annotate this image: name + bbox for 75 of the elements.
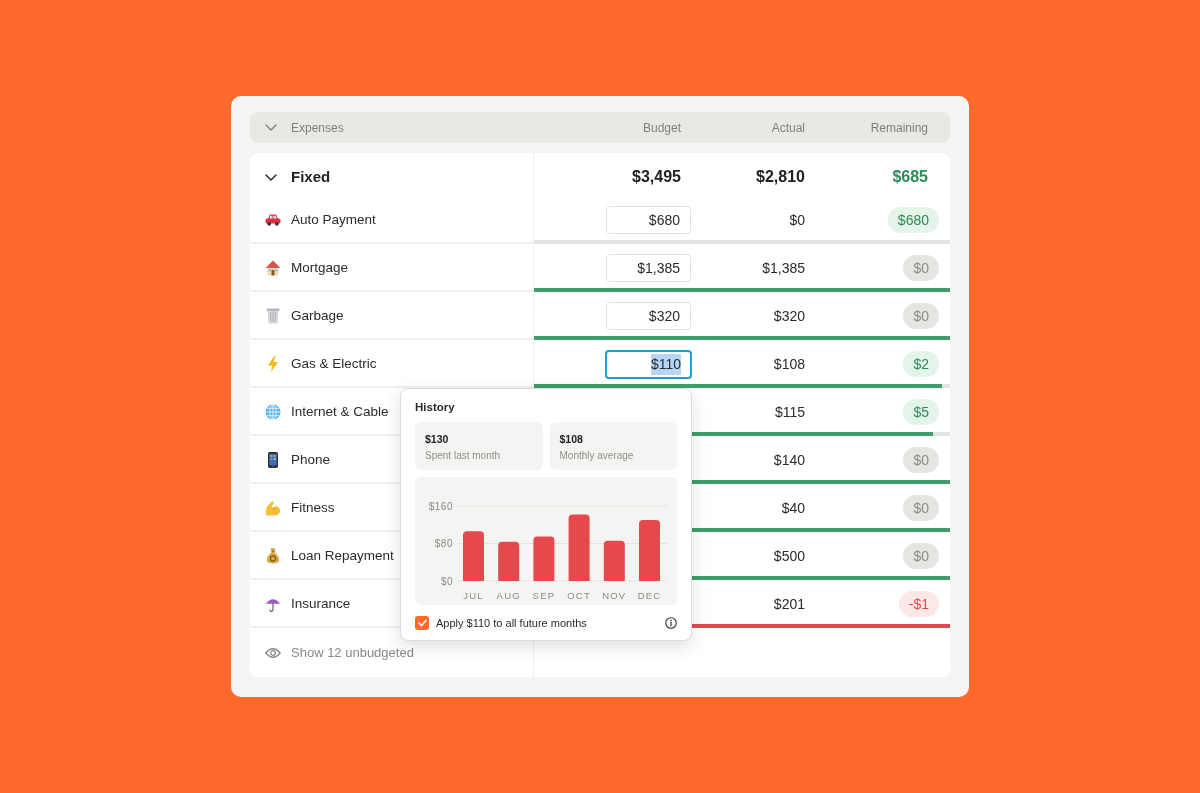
lightning-bolt-icon <box>268 356 278 372</box>
remaining-badge: $0 <box>903 303 939 329</box>
mobile-phone-icon <box>268 452 278 468</box>
y-tick-label: $80 <box>434 538 453 549</box>
chart-bar <box>568 514 590 581</box>
y-tick-label: $160 <box>428 500 453 512</box>
actual-amount: $40 <box>780 498 805 518</box>
wastebasket-icon <box>266 308 280 324</box>
total-remaining: $685 <box>891 167 928 187</box>
remaining-badge: $2 <box>903 351 939 377</box>
actual-amount: $140 <box>772 450 805 470</box>
stat-label: Spent last month <box>425 449 502 463</box>
checkbox[interactable] <box>415 616 429 630</box>
budget-input[interactable]: $110 <box>605 349 692 379</box>
money-bag-icon <box>266 548 280 564</box>
stat-value: $130 <box>425 432 450 446</box>
actual-amount: $320 <box>772 306 805 326</box>
column-header: Remaining <box>869 119 928 137</box>
column-header: Actual <box>770 119 805 137</box>
x-tick-label: OCT <box>567 590 591 601</box>
x-tick-label: SEP <box>532 590 556 601</box>
checkmark-icon <box>417 619 427 627</box>
remaining-badge: $5 <box>903 399 939 425</box>
category-name: Loan Repayment <box>291 546 394 565</box>
umbrella-icon <box>265 596 281 612</box>
budget-input[interactable]: $680 <box>606 206 691 234</box>
actual-amount: $201 <box>772 594 805 614</box>
category-name: Insurance <box>291 594 351 613</box>
x-tick-label: DEC <box>637 590 662 601</box>
category-name: Garbage <box>291 306 344 325</box>
checkbox-label: Apply $110 to all future months <box>436 615 587 631</box>
y-tick-label: $0 <box>440 575 453 587</box>
show-unbudgeted-link[interactable]: Show 12 unbudgeted <box>291 644 414 661</box>
remaining-badge: $0 <box>903 495 939 521</box>
remaining-badge: $0 <box>903 543 939 569</box>
remaining-badge: $0 <box>903 447 939 473</box>
category-name: Fitness <box>291 498 335 517</box>
group-title: Fixed <box>291 166 331 187</box>
category-name: Internet & Cable <box>291 402 389 421</box>
chart-bar <box>498 541 520 581</box>
remaining-badge: $0 <box>903 255 939 281</box>
total-actual: $2,810 <box>755 167 805 187</box>
column-header: Expenses <box>291 119 344 137</box>
category-name: Auto Payment <box>291 210 376 229</box>
x-tick-label: JUL <box>463 590 484 601</box>
globe-icon <box>265 404 281 420</box>
x-tick-label: AUG <box>496 590 521 601</box>
eye-icon <box>265 646 281 659</box>
stat-value: $108 <box>559 432 584 446</box>
column-header: Budget <box>641 119 681 137</box>
chart-bar <box>463 531 484 581</box>
stat-label: Monthly average <box>559 449 635 463</box>
category-name: Gas & Electric <box>291 354 377 373</box>
chevron-down-icon[interactable] <box>265 173 277 181</box>
budget-input[interactable]: $320 <box>606 302 691 330</box>
flexed-arm-icon <box>265 500 281 516</box>
car-icon <box>265 214 281 226</box>
remaining-badge: -$1 <box>898 591 939 617</box>
actual-amount: $500 <box>772 546 805 566</box>
chart-bar <box>533 536 555 581</box>
budget-input[interactable]: $1,385 <box>606 254 691 282</box>
category-name: Phone <box>291 450 331 469</box>
actual-amount: $108 <box>772 354 805 374</box>
house-icon <box>265 260 281 276</box>
remaining-badge: $680 <box>887 207 939 233</box>
total-budget: $3,495 <box>631 167 681 187</box>
info-icon[interactable] <box>665 617 677 629</box>
chart-bar <box>639 520 660 581</box>
category-name: Mortgage <box>291 258 349 277</box>
popup-title: History <box>415 400 456 415</box>
chart-bar <box>603 540 625 581</box>
actual-amount: $0 <box>788 210 805 230</box>
actual-amount: $115 <box>773 402 805 422</box>
x-tick-label: NOV <box>602 590 627 601</box>
actual-amount: $1,385 <box>761 258 805 278</box>
